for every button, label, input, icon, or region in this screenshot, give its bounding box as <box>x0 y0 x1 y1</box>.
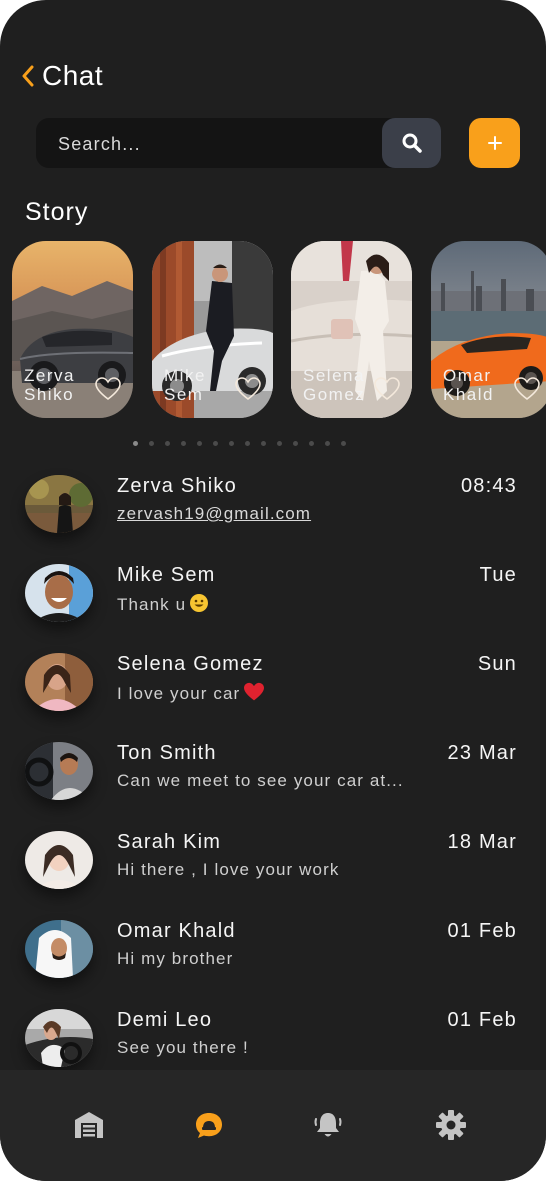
nav-settings[interactable] <box>434 1108 468 1142</box>
settings-icon <box>436 1110 466 1140</box>
heart-icon[interactable] <box>95 377 121 401</box>
plus-icon <box>487 136 502 150</box>
chat-message: Can we meet to see your car at... <box>117 771 404 790</box>
story-carousel[interactable]: Zerva Shiko Mike Sem Selena Gomez Omar K… <box>12 241 546 419</box>
chat-time: Sun <box>477 653 517 675</box>
bell-icon <box>314 1113 342 1137</box>
chat-time: 01 Feb <box>447 1009 517 1031</box>
search-input[interactable] <box>36 118 400 170</box>
chat-row[interactable]: Demi Leo See you there ! 01 Feb <box>0 1000 546 1070</box>
nav-chat[interactable] <box>192 1108 226 1142</box>
chat-name: Sarah Kim <box>117 831 222 853</box>
chat-list: Zerva Shiko zervash19@gmail.com 08:43 Mi… <box>0 466 546 1070</box>
pagination-dot[interactable] <box>165 441 170 446</box>
red-heart-emoji-icon <box>244 682 265 701</box>
add-chat-button[interactable] <box>469 118 520 168</box>
chat-time: 08:43 <box>460 475 517 497</box>
nav-garage[interactable] <box>72 1108 106 1142</box>
smiley-emoji-icon <box>190 594 209 612</box>
chat-message: Thank u <box>117 593 209 615</box>
chat-time: 01 Feb <box>447 920 517 942</box>
story-card[interactable]: Mike Sem <box>152 241 273 418</box>
chat-message: I love your car <box>117 682 265 704</box>
pagination-dot[interactable] <box>229 441 234 446</box>
chat-row[interactable]: Sarah Kim Hi there , I love your work 18… <box>0 822 546 910</box>
avatar <box>25 742 93 800</box>
story-card[interactable]: Zerva Shiko <box>12 241 133 418</box>
chat-message: Hi my brother <box>117 949 234 968</box>
pagination-dot[interactable] <box>293 441 298 446</box>
chat-time: 18 Mar <box>447 831 517 853</box>
chat-row[interactable]: Zerva Shiko zervash19@gmail.com 08:43 <box>0 466 546 554</box>
heart-icon[interactable] <box>235 377 261 401</box>
story-name: Zerva Shiko <box>24 366 75 404</box>
chat-name: Zerva Shiko <box>117 475 237 497</box>
avatar <box>25 920 93 978</box>
bottom-nav <box>0 1070 546 1181</box>
pagination-dot[interactable] <box>277 441 282 446</box>
chat-time: 23 Mar <box>447 742 517 764</box>
chat-message-text: I love your car <box>117 684 241 703</box>
pagination-dot[interactable] <box>245 441 250 446</box>
story-name: Omar Khald <box>443 366 494 404</box>
story-pagination <box>133 441 346 449</box>
story-name: Mike Sem <box>164 366 206 404</box>
chat-row[interactable]: Ton Smith Can we meet to see your car at… <box>0 733 546 821</box>
pagination-dot[interactable] <box>309 441 314 446</box>
back-icon[interactable] <box>16 60 40 92</box>
heart-icon[interactable] <box>374 377 400 401</box>
pagination-dot[interactable] <box>149 441 154 446</box>
chat-name: Selena Gomez <box>117 653 264 675</box>
avatar <box>25 831 93 889</box>
chat-message: Hi there , I love your work <box>117 860 340 879</box>
page-title: Chat <box>42 60 104 91</box>
chat-row[interactable]: Omar Khald Hi my brother 01 Feb <box>0 911 546 999</box>
heart-icon[interactable] <box>514 377 540 401</box>
pagination-dot[interactable] <box>197 441 202 446</box>
garage-icon <box>75 1112 103 1138</box>
chat-email-link[interactable]: zervash19@gmail.com <box>117 504 311 524</box>
avatar <box>25 653 93 711</box>
pagination-dot[interactable] <box>261 441 266 446</box>
chat-name: Demi Leo <box>117 1009 213 1031</box>
search-button[interactable] <box>382 118 441 168</box>
nav-notifications[interactable] <box>311 1108 345 1142</box>
header: Chat <box>16 56 103 96</box>
chat-icon <box>196 1113 222 1138</box>
avatar <box>25 475 93 533</box>
search-icon <box>402 133 422 153</box>
story-card[interactable]: Selena Gomez <box>291 241 412 418</box>
chat-row[interactable]: Selena Gomez I love your car Sun <box>0 644 546 732</box>
avatar <box>25 1009 93 1067</box>
story-section-title: Story <box>25 198 89 226</box>
chat-name: Ton Smith <box>117 742 217 764</box>
pagination-dot[interactable] <box>341 441 346 446</box>
pagination-dot[interactable] <box>181 441 186 446</box>
pagination-dot[interactable] <box>133 441 138 446</box>
story-name: Selena Gomez <box>303 366 366 404</box>
phone-screen: Chat Story <box>0 0 546 1181</box>
chat-message-text: Thank u <box>117 595 187 614</box>
pagination-dot[interactable] <box>325 441 330 446</box>
story-card[interactable]: Omar Khald <box>431 241 546 418</box>
chat-row[interactable]: Mike Sem Thank u Tue <box>0 555 546 643</box>
avatar <box>25 564 93 622</box>
chat-message: See you there ! <box>117 1038 249 1057</box>
chat-name: Mike Sem <box>117 564 216 586</box>
chat-name: Omar Khald <box>117 920 236 942</box>
pagination-dot[interactable] <box>213 441 218 446</box>
chat-time: Tue <box>479 564 517 586</box>
search-bar <box>36 118 441 170</box>
